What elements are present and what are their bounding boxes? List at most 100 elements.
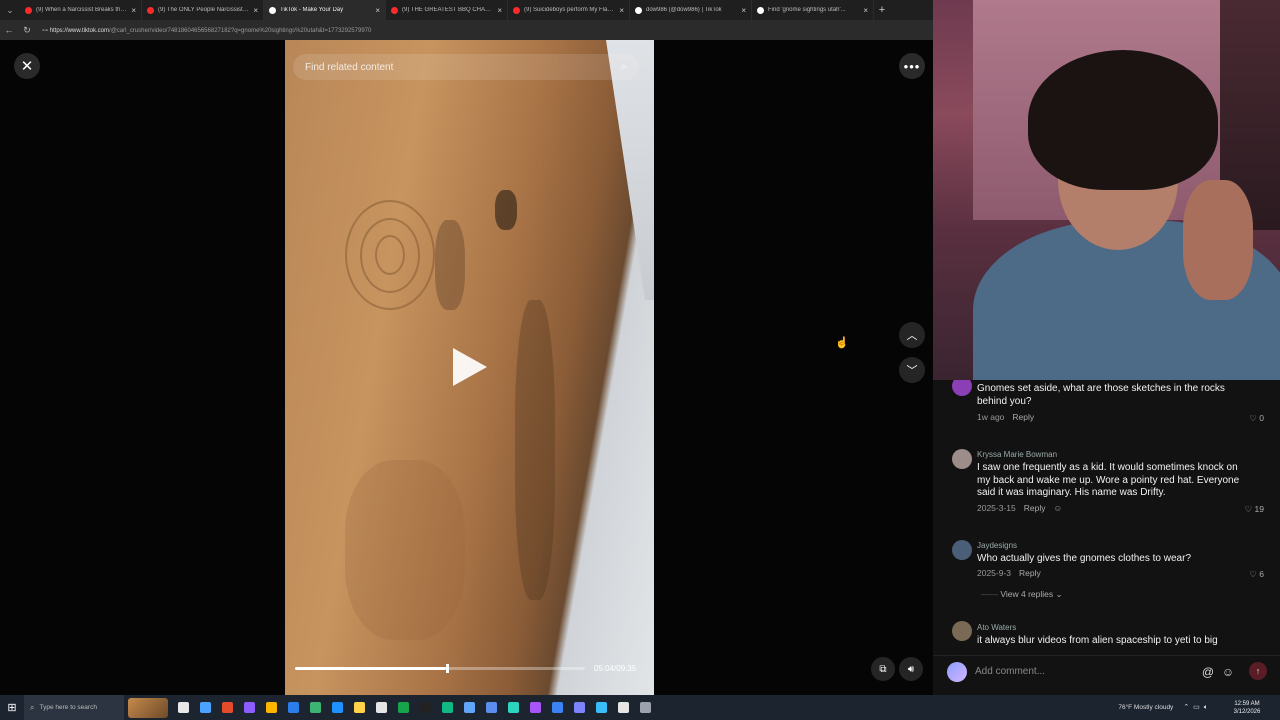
reload-icon[interactable]: ↻ (18, 25, 36, 36)
comment-date: 2025-3-15 (977, 503, 1016, 513)
related-search-bar[interactable]: Find related content ⌕ (293, 54, 639, 80)
comment-author[interactable]: Jaydesigns (977, 541, 1017, 550)
browser-tab-bar: ⌄ (9) When a Narcissist Breaks the ... ×(… (0, 0, 933, 20)
browser-tab[interactable]: TikTok - Make Your Day × (264, 0, 386, 20)
avatar[interactable] (952, 540, 972, 560)
user-avatar (947, 662, 967, 682)
comment-meta: 2025-9-3 Reply (977, 568, 1041, 578)
new-tab-button[interactable]: + (874, 4, 890, 16)
taskbar-app-icon[interactable] (414, 695, 436, 720)
taskbar-app-icon[interactable] (436, 695, 458, 720)
taskbar-app-icon[interactable] (458, 695, 480, 720)
windows-start-icon[interactable]: ⊞ (0, 695, 24, 720)
tab-favicon-icon (635, 6, 642, 14)
clock-time: 12:59 AM (1234, 700, 1260, 707)
tab-close-icon[interactable]: × (741, 6, 746, 15)
url-field[interactable]: ⊶ https://www.tiktok.com/@carl_crusher/v… (42, 27, 371, 34)
next-video-button[interactable]: ﹀ (899, 357, 925, 383)
heart-icon: ♡ (1249, 413, 1260, 423)
comment-date: 1w ago (977, 412, 1005, 422)
taskbar-app-icon[interactable] (194, 695, 216, 720)
related-search-input[interactable]: Find related content (305, 62, 393, 73)
taskbar-app-icon[interactable] (590, 695, 612, 720)
play-icon[interactable] (453, 348, 487, 386)
taskbar-app-icon[interactable] (304, 695, 326, 720)
comment-author[interactable]: Kryssa Marie Bowman (977, 450, 1057, 459)
search-icon[interactable]: ⌕ (621, 61, 627, 74)
taskbar-app-icon[interactable] (634, 695, 656, 720)
comment-text: it always blur videos from alien spacesh… (977, 635, 1218, 646)
tab-title: (9) The ONLY People Narcissists Fe... (158, 7, 251, 13)
browser-tab[interactable]: Find 'gnome sightings utah'... × (752, 0, 874, 20)
browser-tab[interactable]: dow986 (@dow986) | TikTok × (630, 0, 752, 20)
tab-title: TikTok - Make Your Day (280, 7, 344, 13)
like-button[interactable]: ♡ 6 (1249, 569, 1264, 580)
taskbar-app-icon[interactable] (480, 695, 502, 720)
tab-close-icon[interactable]: × (253, 6, 258, 15)
browser-tab[interactable]: (9) The ONLY People Narcissists Fe... × (142, 0, 264, 20)
taskbar-app-icon[interactable] (612, 695, 634, 720)
taskbar-app-icon[interactable] (172, 695, 194, 720)
reply-button[interactable]: Reply (1012, 412, 1034, 422)
comment-input[interactable]: Add comment... (975, 662, 1200, 682)
like-button[interactable]: ♡ 0 (1249, 413, 1264, 424)
avatar[interactable] (952, 449, 972, 469)
taskbar-app-icon[interactable] (392, 695, 414, 720)
emoji-icon[interactable]: ☺ (1219, 662, 1237, 682)
taskbar-app-icon[interactable] (326, 695, 348, 720)
volume-icon[interactable]: 🔊︎ (899, 657, 923, 681)
like-button[interactable]: ♡ 19 (1245, 504, 1264, 515)
avatar[interactable] (952, 621, 972, 641)
news-widget[interactable] (128, 697, 168, 718)
progress-handle[interactable] (445, 664, 449, 673)
avatar[interactable] (952, 380, 972, 396)
screen: ⌄ (9) When a Narcissist Breaks the ... ×(… (0, 0, 1280, 720)
browser-tab[interactable]: (9) Suicideboys perform My Flaws... × (508, 0, 630, 20)
address-bar: ← ↻ ⊶ https://www.tiktok.com/@carl_crush… (0, 20, 933, 40)
progress-bar[interactable] (295, 664, 585, 673)
divider-line: —— (981, 589, 1001, 599)
taskbar-app-icon[interactable] (348, 695, 370, 720)
taskbar-search-input[interactable]: Type here to search (39, 704, 96, 711)
view-replies-button[interactable]: —— View 4 replies ⌄ (981, 589, 1063, 600)
back-icon[interactable]: ← (0, 25, 18, 35)
taskbar-app-icon[interactable] (238, 695, 260, 720)
post-comment-button[interactable]: ↑ (1249, 662, 1267, 680)
comment-author[interactable]: Ato Waters (977, 623, 1016, 632)
taskbar-app-icon[interactable] (282, 695, 304, 720)
tab-close-icon[interactable]: × (619, 6, 624, 15)
site-info-icon[interactable]: ⊶ (42, 28, 50, 34)
previous-video-button[interactable]: ︿ (899, 322, 925, 348)
taskbar-app-icon[interactable] (502, 695, 524, 720)
rock-shadow (435, 220, 465, 310)
tab-close-icon[interactable]: × (131, 6, 136, 15)
reply-button[interactable]: Reply (1019, 568, 1041, 578)
taskbar-app-icon[interactable] (216, 695, 238, 720)
tab-close-icon[interactable]: × (375, 6, 380, 15)
tab-search-icon[interactable]: ⌄ (0, 0, 20, 20)
url-host: https://www.tiktok.com (49, 27, 110, 34)
comment-meta: 1w ago Reply (977, 412, 1034, 422)
taskbar-app-icon[interactable] (568, 695, 590, 720)
clock[interactable]: 12:59 AM 3/12/2026 (1222, 700, 1272, 716)
video-frame[interactable]: Find related content ⌕ 05:04/09:35 (285, 40, 654, 695)
taskbar-app-icon[interactable] (546, 695, 568, 720)
tab-close-icon[interactable]: × (863, 6, 868, 15)
close-button[interactable]: ✕ (14, 53, 40, 79)
weather-widget[interactable]: 76°F Mostly cloudy (1118, 704, 1173, 711)
more-options-button[interactable]: ••• (899, 53, 925, 79)
taskbar-app-icon[interactable] (524, 695, 546, 720)
taskbar-app-icon[interactable] (370, 695, 392, 720)
floating-player-icon[interactable]: ⧉ (871, 657, 895, 681)
browser-tab[interactable]: (9) When a Narcissist Breaks the ... × (20, 0, 142, 20)
taskbar-app-icon[interactable] (260, 695, 282, 720)
comment-text: I saw one frequently as a kid. It would … (977, 462, 1240, 498)
mention-icon[interactable]: @ (1199, 662, 1217, 682)
browser-tab[interactable]: (9) THE GREATEST BBQ CHALLENGE...× (386, 0, 508, 20)
tab-close-icon[interactable]: × (497, 6, 502, 15)
reply-button[interactable]: Reply (1024, 503, 1046, 513)
taskbar-search[interactable]: ⌕ Type here to search (24, 695, 124, 720)
rock-pattern (375, 235, 405, 275)
tray-icons[interactable]: ⌃▭🔈︎ (1183, 703, 1212, 712)
tab-title: dow986 (@dow986) | TikTok (646, 7, 722, 13)
